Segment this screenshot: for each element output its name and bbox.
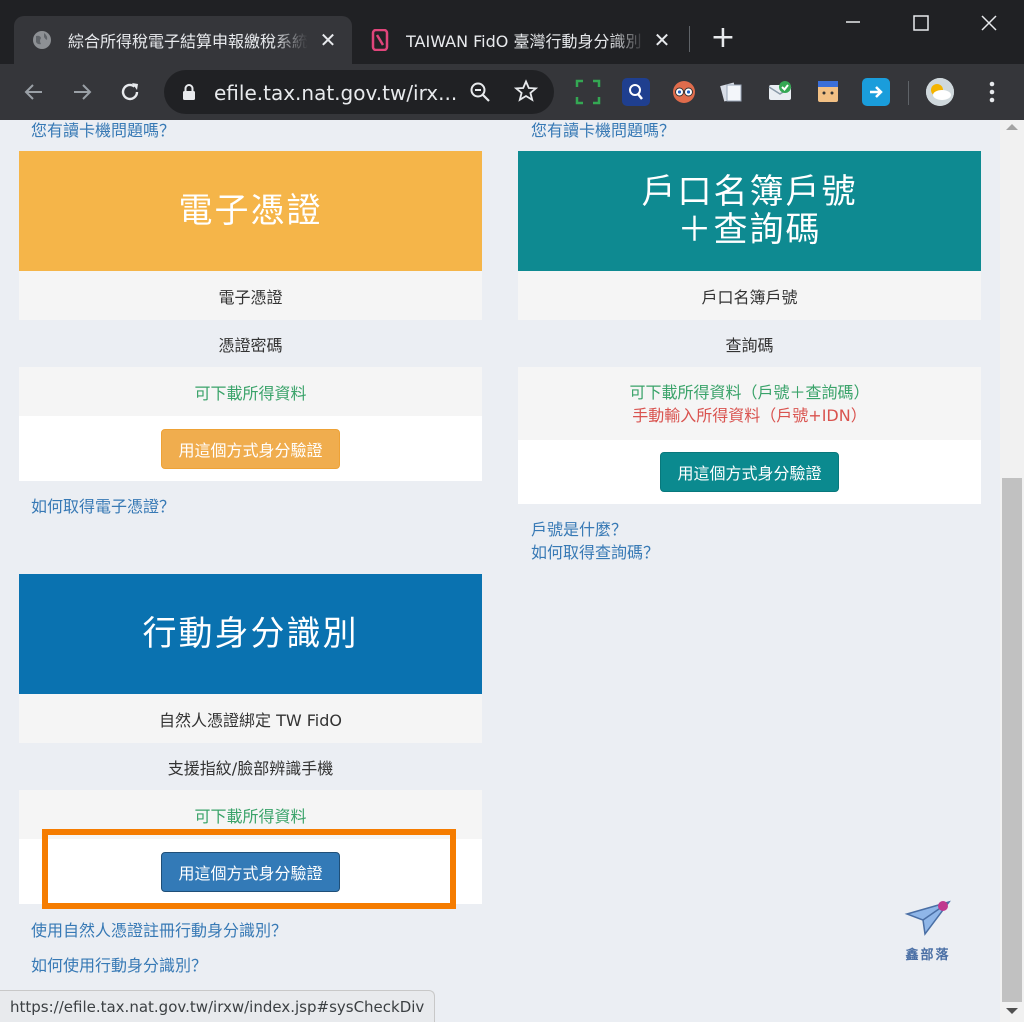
cert-verify-button[interactable]: 用這個方式身分驗證 <box>161 428 340 469</box>
tab-divider <box>689 26 690 52</box>
toolbar-divider <box>908 81 909 105</box>
close-icon[interactable]: ✕ <box>652 28 672 52</box>
search-extension-icon[interactable] <box>622 78 650 106</box>
maximize-icon[interactable] <box>898 8 944 38</box>
household-manual-note: 手動輸入所得資料（戶號+IDN） <box>632 405 867 425</box>
mail-check-extension-icon[interactable] <box>766 78 794 106</box>
globe-icon <box>32 30 52 50</box>
zoom-out-icon[interactable] <box>468 80 492 108</box>
share-extension-icon[interactable] <box>862 78 890 106</box>
watermark-text: 鑫部落 <box>905 948 951 963</box>
cert-button-row: 用這個方式身分驗證 <box>19 416 482 481</box>
face-extension-icon[interactable] <box>814 78 842 106</box>
register-mobile-id-link[interactable]: 使用自然人憑證註冊行動身分識別？ <box>31 917 287 941</box>
bookmark-star-icon[interactable] <box>513 79 539 107</box>
how-to-get-cert-link[interactable]: 如何取得電子憑證？ <box>31 493 175 517</box>
mobile-id-banner: 行動身分識別 <box>19 574 482 694</box>
household-login-card: 戶口名簿戶號 ＋查詢碼 戶口名簿戶號 查詢碼 可下載所得資料（戶號＋查詢碼） 手… <box>518 151 981 504</box>
url-text: efile.tax.nat.gov.tw/irx... <box>214 81 458 105</box>
tab-fido[interactable]: TAIWAN FidO 臺灣行動身分識別 ✕ <box>356 16 686 64</box>
tab-efile[interactable]: 綜合所得稅電子結算申報繳稅系統 ✕ <box>14 16 352 64</box>
profile-avatar-icon[interactable] <box>926 78 954 106</box>
close-icon[interactable]: ✕ <box>318 28 338 52</box>
scroll-up-arrow-icon[interactable] <box>1006 124 1018 130</box>
link-status-bar: https://efile.tax.nat.gov.tw/irxw/index.… <box>0 990 436 1022</box>
reload-icon[interactable] <box>114 76 146 108</box>
how-to-get-query-code-link[interactable]: 如何取得查詢碼？ <box>531 539 659 563</box>
tab-strip: 綜合所得稅電子結算申報繳稅系統 ✕ TAIWAN FidO 臺灣行動身分識別 ✕… <box>0 0 1024 64</box>
highlight-box <box>42 829 456 909</box>
household-row-number: 戶口名簿戶號 <box>518 271 981 320</box>
tab-title: TAIWAN FidO 臺灣行動身分識別 <box>406 32 642 51</box>
scrollbar-thumb[interactable] <box>1002 478 1022 1002</box>
watermark-logo: 鑫部落 <box>898 898 958 963</box>
cert-login-card: 電子憑證 電子憑證 憑證密碼 可下載所得資料 用這個方式身分驗證 <box>19 151 482 481</box>
mobile-id-row-biometric: 支援指紋/臉部辨識手機 <box>19 743 482 790</box>
scroll-down-arrow-icon[interactable] <box>1006 1008 1018 1014</box>
cert-row-card: 電子憑證 <box>19 271 482 320</box>
browser-toolbar: efile.tax.nat.gov.tw/irx... <box>0 64 1024 120</box>
paper-plane-icon <box>904 900 951 936</box>
household-download-note: 可下載所得資料（戶號＋查詢碼） <box>629 382 870 402</box>
cert-banner: 電子憑證 <box>19 151 482 271</box>
card-reader-help-link[interactable]: 您有讀卡機問題嗎？ <box>531 120 675 141</box>
mobile-id-row-fido: 自然人憑證綁定 TW FidO <box>19 694 482 743</box>
screenshot-extension-icon[interactable] <box>574 78 602 106</box>
address-bar[interactable]: efile.tax.nat.gov.tw/irx... <box>164 70 554 114</box>
fido-icon <box>370 29 390 51</box>
new-tab-plus-icon[interactable]: + <box>707 22 739 54</box>
kebab-menu-icon[interactable] <box>978 78 1006 106</box>
household-banner-line1: 戶口名簿戶號 <box>641 172 858 212</box>
page-content: 您有讀卡機問題嗎？ 您有讀卡機問題嗎？ 電子憑證 電子憑證 憑證密碼 可下載所得… <box>0 120 1000 1022</box>
owl-extension-icon[interactable] <box>670 78 698 106</box>
window-close-icon[interactable] <box>966 8 1012 38</box>
vertical-scrollbar[interactable] <box>1000 120 1024 1022</box>
household-verify-button[interactable]: 用這個方式身分驗證 <box>660 452 839 492</box>
household-row-code: 查詢碼 <box>518 320 981 367</box>
tab-title: 綜合所得稅電子結算申報繳稅系統 <box>68 32 308 51</box>
cert-row-pin: 憑證密碼 <box>19 320 482 367</box>
household-notes: 可下載所得資料（戶號＋查詢碼） 手動輸入所得資料（戶號+IDN） <box>518 367 981 440</box>
what-is-household-number-link[interactable]: 戶號是什麼？ <box>531 516 627 540</box>
household-button-row: 用這個方式身分驗證 <box>518 440 981 504</box>
forward-arrow-icon[interactable] <box>66 76 98 108</box>
back-arrow-icon[interactable] <box>18 76 50 108</box>
minimize-icon[interactable] <box>830 8 876 38</box>
card-reader-help-link[interactable]: 您有讀卡機問題嗎？ <box>31 120 175 141</box>
household-banner-line2: ＋查詢碼 <box>677 210 822 250</box>
how-to-use-mobile-id-link[interactable]: 如何使用行動身分識別？ <box>31 952 207 976</box>
household-banner: 戶口名簿戶號 ＋查詢碼 <box>518 151 981 271</box>
cert-download-note: 可下載所得資料 <box>19 367 482 416</box>
lock-icon[interactable] <box>182 83 196 105</box>
notes-extension-icon[interactable] <box>718 78 746 106</box>
